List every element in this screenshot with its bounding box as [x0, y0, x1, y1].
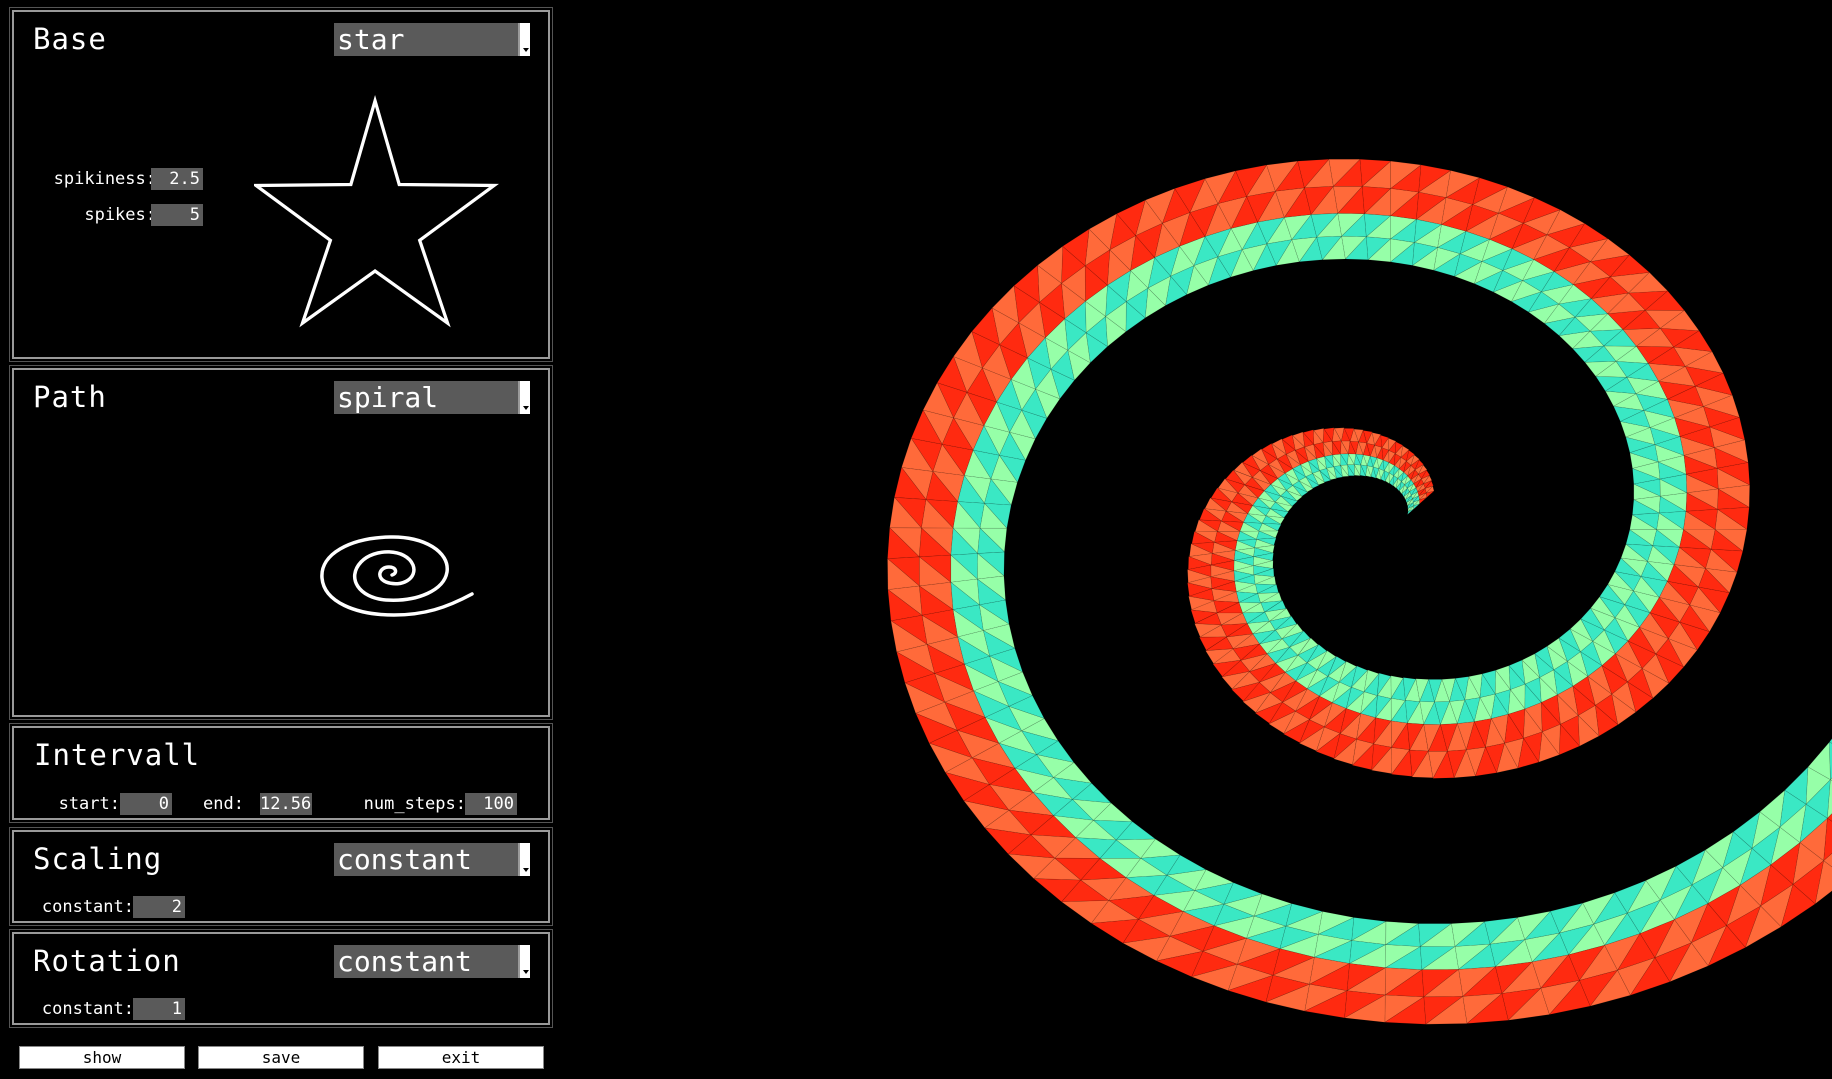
- save-button[interactable]: save: [198, 1046, 364, 1069]
- 3d-viewport[interactable]: [560, 0, 1832, 1079]
- rotation-constant-input[interactable]: 1: [133, 998, 185, 1020]
- start-label: start:: [58, 794, 120, 814]
- base-shape-value: star: [337, 23, 405, 56]
- spikiness-input[interactable]: 2.5: [151, 168, 203, 190]
- chevron-down-icon[interactable]: [518, 843, 530, 876]
- path-shape-select[interactable]: spiral: [334, 381, 530, 414]
- scaling-panel: Scaling constant constant: 2: [9, 827, 553, 926]
- intervall-panel: Intervall start: 0 end: 12.56 num_steps:…: [9, 723, 553, 823]
- scaling-constant-input[interactable]: 2: [133, 896, 185, 918]
- rotation-mode-select[interactable]: constant: [334, 945, 530, 978]
- scaling-constant-label: constant:: [41, 897, 134, 917]
- spikes-input[interactable]: 5: [151, 204, 203, 226]
- spiral-preview: [320, 535, 474, 617]
- intervall-title: Intervall: [34, 738, 201, 772]
- spikiness-label: spikiness:: [53, 169, 156, 189]
- spikes-label: spikes:: [84, 205, 156, 225]
- chevron-down-icon[interactable]: [518, 23, 530, 56]
- end-input[interactable]: 12.56: [260, 793, 312, 815]
- show-button[interactable]: show: [19, 1046, 185, 1069]
- path-title: Path: [33, 380, 107, 414]
- rotation-constant-label: constant:: [41, 999, 134, 1019]
- end-label: end:: [203, 794, 244, 814]
- base-panel: Base star spikiness: 2.5 spikes: 5: [9, 7, 553, 362]
- num-steps-label: num_steps:: [363, 794, 466, 814]
- path-panel: Path spiral: [9, 365, 553, 720]
- rotation-mode-value: constant: [337, 945, 472, 978]
- rotation-title: Rotation: [33, 944, 181, 978]
- star-preview: [254, 94, 499, 328]
- num-steps-input[interactable]: 100: [465, 793, 517, 815]
- start-input[interactable]: 0: [120, 793, 172, 815]
- chevron-down-icon[interactable]: [518, 945, 530, 978]
- base-shape-select[interactable]: star: [334, 23, 530, 56]
- path-shape-value: spiral: [337, 381, 439, 414]
- scaling-mode-select[interactable]: constant: [334, 843, 530, 876]
- rotation-panel: Rotation constant constant: 1: [9, 929, 553, 1028]
- chevron-down-icon[interactable]: [518, 381, 530, 414]
- scaling-title: Scaling: [33, 842, 163, 876]
- exit-button[interactable]: exit: [378, 1046, 544, 1069]
- scaling-mode-value: constant: [337, 843, 472, 876]
- base-title: Base: [33, 22, 107, 56]
